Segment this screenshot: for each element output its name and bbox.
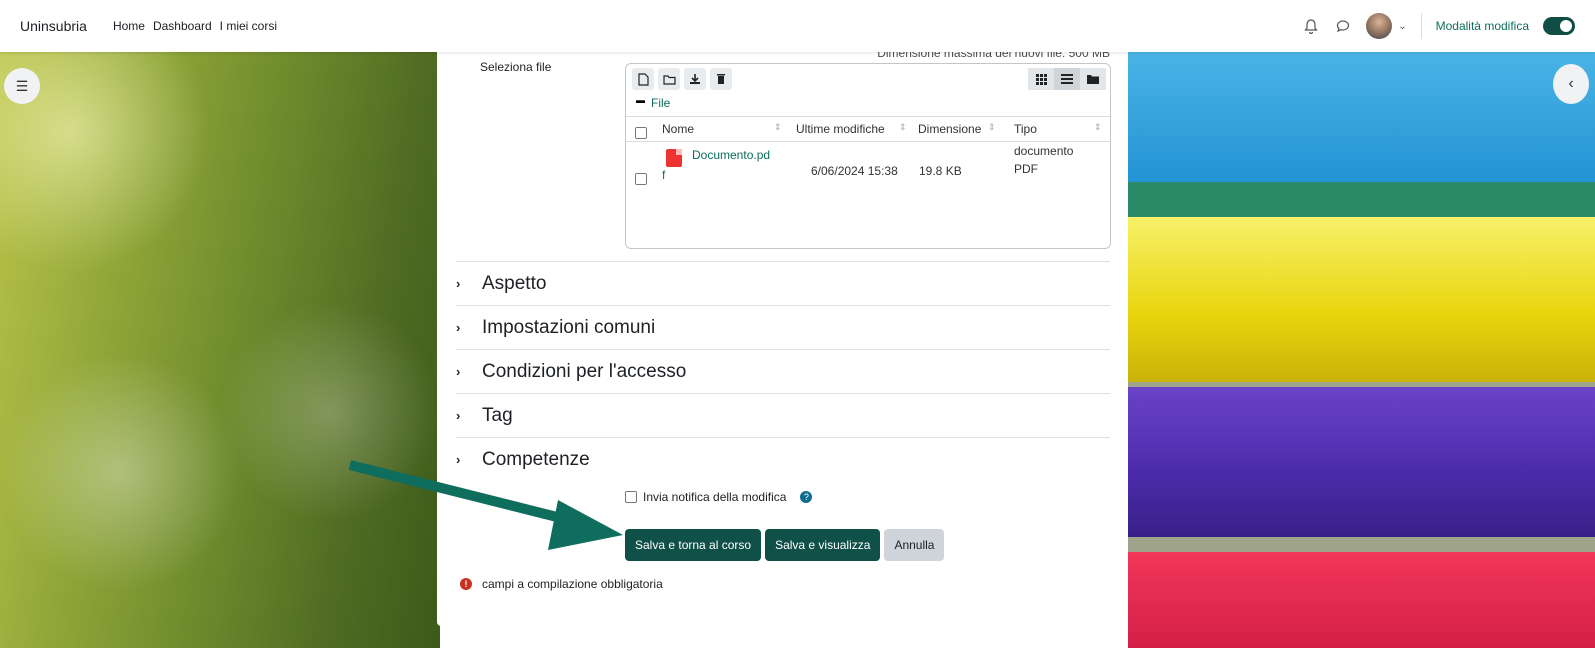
file-modified: 6/06/2024 15:38	[811, 164, 898, 178]
column-type[interactable]: Tipo	[1014, 122, 1037, 136]
annotation-arrow-icon	[348, 460, 623, 550]
sort-icon[interactable]: ⇕	[899, 122, 907, 133]
section-condizioni-accesso[interactable]: › Condizioni per l'accesso	[456, 349, 1110, 393]
site-brand[interactable]: Uninsubria	[20, 18, 87, 34]
file-manager-toolbar	[632, 68, 732, 90]
user-avatar[interactable]	[1366, 13, 1393, 39]
file-row[interactable]: Documento.pd f 6/06/2024 15:38 19.8 KB d…	[626, 144, 1110, 204]
create-folder-icon[interactable]	[658, 68, 680, 90]
course-index-drawer-button[interactable]: ☰	[4, 68, 40, 104]
file-table-header: Nome ⇕ Ultime modifiche ⇕ Dimensione ⇕ T…	[626, 116, 1110, 142]
messages-chat-icon[interactable]	[1334, 17, 1352, 35]
cancel-button[interactable]: Annulla	[884, 529, 945, 561]
notifications-bell-icon[interactable]	[1302, 17, 1320, 35]
chevron-right-icon: ›	[456, 276, 461, 291]
pdf-file-icon	[666, 149, 682, 167]
required-exclamation-icon: !	[460, 578, 472, 590]
required-fields-label: campi a compilazione obbligatoria	[482, 577, 663, 591]
file-manager[interactable]: ▬ File Nome ⇕ Ultime modifiche ⇕ Dimensi…	[625, 63, 1111, 249]
sort-icon[interactable]: ⇕	[1094, 122, 1102, 133]
column-name[interactable]: Nome	[662, 122, 694, 136]
file-type-line2: PDF	[1014, 162, 1038, 176]
nav-link-home[interactable]: Home	[113, 19, 145, 33]
chevron-right-icon: ›	[456, 408, 461, 423]
required-fields-note: ! campi a compilazione obbligatoria	[460, 577, 663, 591]
path-folder-link[interactable]: File	[651, 96, 670, 110]
navbar-user-area: ⌄ Modalità modifica	[1302, 0, 1575, 52]
notify-change-field: Invia notifica della modifica ?	[625, 490, 813, 504]
top-navbar: Uninsubria Home Dashboard I miei corsi ⌄…	[0, 0, 1595, 52]
form-actions: Salva e torna al corso Salva e visualizz…	[625, 529, 945, 561]
list-icon: ☰	[15, 77, 29, 94]
file-type: documento	[1014, 144, 1074, 158]
notify-label[interactable]: Invia notifica della modifica	[643, 490, 786, 504]
file-name-wrap[interactable]: f	[662, 168, 665, 182]
file-manager-view-switcher	[1028, 68, 1106, 90]
section-title: Impostazioni comuni	[482, 316, 656, 338]
help-question-icon[interactable]: ?	[800, 491, 813, 503]
section-impostazioni-comuni[interactable]: › Impostazioni comuni	[456, 305, 1110, 349]
chevron-right-icon: ›	[456, 320, 461, 335]
section-title: Condizioni per l'accesso	[482, 360, 687, 382]
download-icon[interactable]	[684, 68, 706, 90]
save-and-return-button[interactable]: Salva e torna al corso	[625, 529, 762, 561]
add-file-icon[interactable]	[632, 68, 654, 90]
grid-view-icon[interactable]	[1028, 68, 1054, 90]
tree-view-folder-icon[interactable]	[1080, 68, 1106, 90]
column-size[interactable]: Dimensione	[918, 122, 981, 136]
primary-navigation: Home Dashboard I miei corsi	[113, 19, 277, 33]
select-file-label: Seleziona file	[480, 60, 552, 74]
edit-mode-label: Modalità modifica	[1435, 19, 1529, 33]
user-menu-chevron-down-icon[interactable]: ⌄	[1398, 21, 1406, 32]
nav-link-my-courses[interactable]: I miei corsi	[220, 19, 277, 33]
background-image-right	[1128, 52, 1595, 648]
background-image-left	[0, 52, 440, 648]
nav-link-dashboard[interactable]: Dashboard	[153, 19, 212, 33]
delete-trash-icon[interactable]	[710, 68, 732, 90]
folder-icon: ▬	[636, 95, 645, 105]
section-tag[interactable]: › Tag	[456, 393, 1110, 437]
list-view-icon[interactable]	[1054, 68, 1080, 90]
chevron-right-icon: ›	[456, 364, 461, 379]
file-name[interactable]: Documento.pd	[692, 148, 770, 162]
section-title: Aspetto	[482, 272, 547, 294]
column-modified[interactable]: Ultime modifiche	[796, 122, 885, 136]
sort-icon[interactable]: ⇕	[774, 122, 782, 133]
sort-icon[interactable]: ⇕	[988, 122, 996, 133]
section-aspetto[interactable]: › Aspetto	[456, 261, 1110, 305]
file-size: 19.8 KB	[919, 164, 962, 178]
save-and-display-button[interactable]: Salva e visualizza	[765, 529, 881, 561]
section-title: Tag	[482, 404, 513, 426]
file-manager-path: ▬ File	[636, 95, 670, 110]
edit-mode-toggle[interactable]	[1543, 17, 1575, 35]
navbar-divider	[1420, 13, 1422, 39]
chevron-left-icon: ‹	[1568, 75, 1574, 92]
block-drawer-button[interactable]: ‹	[1553, 64, 1589, 104]
